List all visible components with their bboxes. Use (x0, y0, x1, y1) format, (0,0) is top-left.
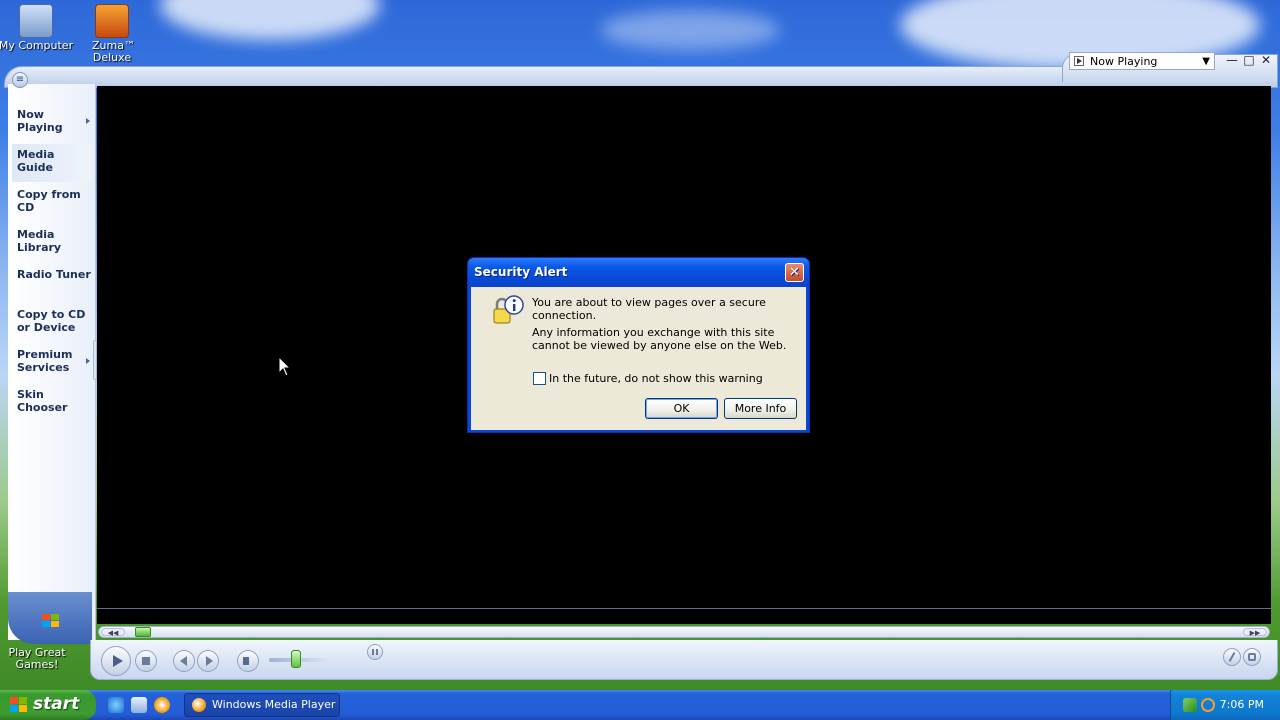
equalizer-button[interactable] (1223, 648, 1241, 666)
start-label: start (33, 694, 80, 714)
security-alert-dialog: Security Alert ✕ You are about to view p… (467, 257, 810, 433)
dialog-body: You are about to view pages over a secur… (471, 287, 806, 430)
view-selector-dropdown[interactable]: Now Playing ▼ (1069, 52, 1215, 70)
do-not-show-label[interactable]: In the future, do not show this warning (549, 372, 763, 385)
maximize-button[interactable]: □ (1242, 53, 1256, 67)
clock[interactable]: 7:06 PM (1220, 698, 1264, 711)
nav-label: Copy from CD (17, 188, 81, 214)
mouse-cursor-icon (278, 356, 292, 377)
do-not-show-checkbox[interactable] (533, 372, 546, 385)
nav-label: Now Playing (17, 108, 63, 134)
dialog-message-2: Any information you exchange with this s… (532, 326, 787, 352)
rewind-icon[interactable]: ◀◀ (101, 628, 125, 637)
taskbar: start Windows Media Player 7:06 PM (0, 690, 1280, 720)
nav-media-guide[interactable]: Media Guide (12, 144, 92, 182)
volume-slider[interactable] (269, 658, 333, 662)
previous-icon (180, 656, 187, 666)
arrow-right-icon (86, 118, 90, 124)
desktop-icon-my-computer[interactable]: My Computer (0, 4, 74, 52)
dialog-message-1: You are about to view pages over a secur… (532, 296, 766, 322)
transport-controls (90, 640, 1278, 680)
cloud (600, 10, 780, 50)
system-tray: 7:06 PM (1170, 690, 1280, 720)
volume-thumb[interactable] (291, 650, 301, 668)
computer-icon (19, 4, 53, 38)
chevron-down-icon: ▼ (1202, 55, 1210, 67)
next-icon (206, 656, 213, 666)
nav-label: Media Guide (17, 148, 55, 174)
shuffle-button[interactable] (1243, 648, 1261, 666)
dialog-title-bar[interactable]: Security Alert ✕ (468, 258, 809, 287)
nav-skin-chooser[interactable]: Skin Chooser (12, 384, 92, 422)
nav-copy-to-cd[interactable]: Copy to CD or Device (12, 304, 92, 342)
nav-label: Skin Chooser (17, 388, 68, 414)
stop-button[interactable] (135, 650, 157, 672)
nav-label: Media Library (17, 228, 62, 254)
cloud (160, 0, 380, 40)
show-desktop-icon[interactable] (131, 697, 147, 713)
fast-forward-icon[interactable]: ▶▶ (1243, 628, 1267, 637)
status-area (97, 608, 1271, 624)
equalizer-icon (1228, 652, 1236, 662)
zuma-icon (95, 4, 129, 38)
windows-flag-icon (10, 697, 28, 713)
desktop-icon-label: My Computer (0, 39, 74, 52)
desktop-icon-label: Zuma™ Deluxe (92, 39, 135, 64)
media-player-quicklaunch-icon[interactable] (154, 697, 170, 713)
security-lock-info-icon (493, 295, 524, 324)
nav-copy-from-cd[interactable]: Copy from CD (12, 184, 92, 222)
desktop-icon-zuma[interactable]: Zuma™ Deluxe (74, 4, 150, 64)
play-icon (113, 655, 123, 667)
nav-radio-tuner[interactable]: Radio Tuner (12, 264, 92, 302)
feature-taskbar: ≡ Now Playing Media Guide Copy from CD M… (8, 72, 97, 640)
dialog-close-button[interactable]: ✕ (785, 263, 804, 282)
stop-icon (142, 657, 150, 665)
nav-now-playing[interactable]: Now Playing (12, 104, 92, 142)
windows-logo-icon (42, 614, 60, 628)
seek-thumb[interactable] (135, 627, 151, 637)
seek-bar[interactable]: ◀◀ ▶▶ (98, 626, 1270, 638)
ok-button[interactable]: OK (645, 398, 718, 419)
nav-premium-services[interactable]: Premium Services (12, 344, 92, 382)
view-selector-label: Now Playing (1090, 54, 1158, 68)
more-info-button[interactable]: More Info (724, 398, 797, 419)
task-label: Windows Media Player (212, 698, 336, 711)
speaker-icon (243, 657, 249, 665)
shuffle-icon (1248, 653, 1256, 661)
now-playing-icon (1074, 56, 1084, 66)
player-logo-area (8, 592, 92, 644)
dialog-title: Security Alert (474, 265, 568, 279)
start-button[interactable]: start (0, 690, 96, 720)
close-button[interactable]: ✕ (1259, 53, 1273, 67)
hide-taskbar-button[interactable]: ≡ (12, 72, 28, 88)
play-button[interactable] (101, 646, 131, 676)
pause-icon (372, 649, 378, 655)
nav-label: Radio Tuner (17, 268, 91, 281)
next-button[interactable] (197, 650, 219, 672)
pause-indicator-button[interactable] (367, 644, 383, 660)
taskbar-button-media-player[interactable]: Windows Media Player (184, 693, 340, 717)
media-player-icon (192, 698, 206, 712)
search-icon[interactable] (1201, 698, 1215, 712)
network-icon[interactable] (1183, 698, 1197, 712)
internet-explorer-icon[interactable] (108, 697, 124, 713)
nav-media-library[interactable]: Media Library (12, 224, 92, 262)
player-title-controls: Now Playing ▼ — □ ✕ (1062, 52, 1278, 82)
nav-label: Copy to CD or Device (17, 308, 86, 334)
minimize-button[interactable]: — (1225, 53, 1239, 67)
previous-button[interactable] (173, 650, 195, 672)
mute-button[interactable] (237, 650, 259, 672)
arrow-right-icon (86, 358, 90, 364)
nav-label: Premium Services (17, 348, 73, 374)
